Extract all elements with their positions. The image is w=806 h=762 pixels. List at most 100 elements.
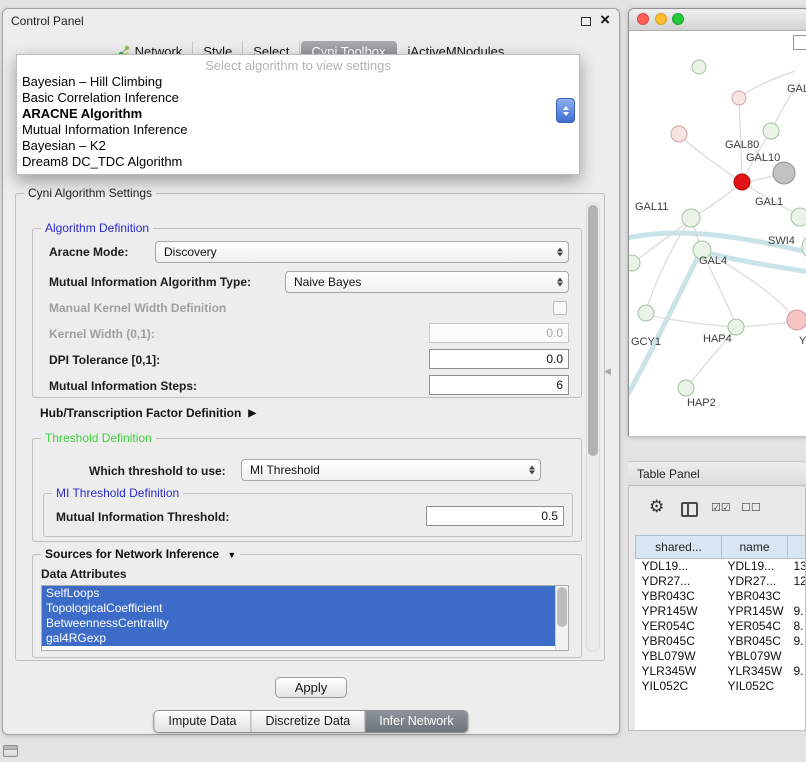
sources-section-toggle[interactable]: Sources for Network Inference ▼ xyxy=(41,547,240,561)
table-cell[interactable]: YDR27... xyxy=(636,574,722,589)
manual-kernel-checkbox[interactable] xyxy=(553,301,567,315)
algorithm-option[interactable]: Dream8 DC_TDC Algorithm xyxy=(17,154,579,170)
network-canvas[interactable]: GALGAL80GAL10GAL11GAL1SWI4GAL4GCY1HAP4YH… xyxy=(629,31,806,436)
table-cell[interactable]: YDL19... xyxy=(722,559,788,575)
close-panel-icon[interactable]: × xyxy=(600,10,610,30)
algorithm-option[interactable]: Bayesian – K2 xyxy=(17,138,579,154)
table-row[interactable]: YBR045CYBR045C9. xyxy=(636,634,806,649)
table-cell[interactable]: YBL079W xyxy=(636,649,722,664)
mi-threshold-input[interactable] xyxy=(426,506,564,526)
aracne-mode-select[interactable]: Discovery xyxy=(155,241,569,263)
table-row[interactable]: YPR145WYPR145W9. xyxy=(636,604,806,619)
tab-discretize-data[interactable]: Discretize Data xyxy=(251,711,365,732)
gear-icon[interactable]: ⚙ xyxy=(649,498,664,515)
tab-impute-data[interactable]: Impute Data xyxy=(154,711,250,732)
column-header-extra[interactable] xyxy=(788,536,806,559)
table-cell[interactable]: YDL19... xyxy=(636,559,722,575)
attributes-scrollbar[interactable] xyxy=(555,586,568,650)
table-row[interactable]: YER054CYER054C8. xyxy=(636,619,806,634)
table-cell[interactable]: YDR27... xyxy=(722,574,788,589)
hub-definition-toggle[interactable]: Hub/Transcription Factor Definition ▶ xyxy=(40,406,256,420)
minimized-panel-icon[interactable] xyxy=(3,745,18,757)
data-attribute-item[interactable]: gal4RGexp xyxy=(42,631,556,646)
float-window-icon[interactable] xyxy=(581,17,591,26)
network-node[interactable] xyxy=(787,310,806,330)
table-cell[interactable]: YPR145W xyxy=(636,604,722,619)
data-attribute-item[interactable]: SelfLoops xyxy=(42,586,556,601)
table-row[interactable]: YDL19...YDL19...13 xyxy=(636,559,806,575)
mi-steps-input[interactable] xyxy=(429,375,569,395)
table-cell[interactable]: 9. xyxy=(788,664,806,679)
table-cell[interactable]: 12 xyxy=(788,574,806,589)
apply-button[interactable]: Apply xyxy=(275,677,347,698)
tab-infer-network[interactable]: Infer Network xyxy=(364,711,467,732)
table-cell[interactable]: 9. xyxy=(788,604,806,619)
node-label: HAP2 xyxy=(687,397,716,409)
threshold-type-select[interactable]: MI Threshold xyxy=(241,459,541,481)
checked-boxes-icon[interactable]: ☑☑ xyxy=(711,501,731,514)
algorithm-combo-spinner[interactable] xyxy=(556,98,575,123)
table-row[interactable]: YLR345WYLR345W9. xyxy=(636,664,806,679)
table-cell[interactable]: YLR345W xyxy=(722,664,788,679)
network-edge xyxy=(740,322,794,327)
table-cell[interactable]: YER054C xyxy=(722,619,788,634)
algorithm-option[interactable]: Bayesian – Hill Climbing xyxy=(17,74,579,90)
table-cell[interactable]: YER054C xyxy=(636,619,722,634)
table-row[interactable]: YDR27...YDR27...12 xyxy=(636,574,806,589)
table-row[interactable]: YBL079WYBL079W xyxy=(636,649,806,664)
network-node[interactable] xyxy=(682,209,700,227)
network-node[interactable] xyxy=(791,208,806,226)
network-window-titlebar[interactable] xyxy=(629,9,806,31)
table-cell[interactable]: YPR145W xyxy=(722,604,788,619)
birdseye-toggle[interactable] xyxy=(793,35,806,50)
node-label: GAL xyxy=(787,83,806,95)
algorithm-option[interactable]: Mutual Information Inference xyxy=(17,122,579,138)
data-attribute-item[interactable]: BetweennessCentrality xyxy=(42,616,556,631)
zoom-window-button[interactable] xyxy=(672,13,684,25)
screen: Control Panel × Network Style Select Cyn… xyxy=(0,0,806,762)
table-row[interactable]: YBR043CYBR043C xyxy=(636,589,806,604)
network-node[interactable] xyxy=(692,60,706,74)
network-node[interactable] xyxy=(763,123,779,139)
algorithm-option[interactable]: ARACNE Algorithm xyxy=(17,106,579,122)
column-header-name[interactable]: name xyxy=(722,536,788,559)
network-node[interactable] xyxy=(638,305,654,321)
table-cell[interactable]: YBL079W xyxy=(722,649,788,664)
dpi-tolerance-input[interactable] xyxy=(429,349,569,369)
table-cell[interactable]: YBR043C xyxy=(636,589,722,604)
mi-algorithm-type-select[interactable]: Naive Bayes xyxy=(285,271,569,293)
table-cell[interactable]: YBR045C xyxy=(636,634,722,649)
unchecked-boxes-icon[interactable]: ☐☐ xyxy=(741,501,761,514)
network-node[interactable] xyxy=(802,234,806,260)
table-panel: ⚙ ☑☑ ☐☐ shared... name YDL19...YDL19...1… xyxy=(628,487,806,731)
table-cell[interactable] xyxy=(788,589,806,604)
network-node[interactable] xyxy=(671,126,687,142)
table-cell[interactable]: YBR043C xyxy=(722,589,788,604)
table-cell[interactable]: 8. xyxy=(788,619,806,634)
table-cell[interactable]: 9. xyxy=(788,634,806,649)
kernel-width-input[interactable] xyxy=(429,323,569,343)
table-cell[interactable]: YBR045C xyxy=(722,634,788,649)
table-cell[interactable]: YIL052C xyxy=(722,679,788,694)
table-row[interactable]: YIL052CYIL052C xyxy=(636,679,806,694)
settings-scrollbar[interactable] xyxy=(586,202,600,652)
columns-icon[interactable] xyxy=(681,502,698,517)
column-header-shared[interactable]: shared... xyxy=(636,536,722,559)
splitter-arrow-icon[interactable]: ◀ xyxy=(604,366,611,377)
data-attribute-item[interactable]: TopologicalCoefficient xyxy=(42,601,556,616)
table-cell[interactable]: YIL052C xyxy=(636,679,722,694)
network-node[interactable] xyxy=(629,255,640,271)
table-cell[interactable]: 13 xyxy=(788,559,806,575)
close-window-button[interactable] xyxy=(637,13,649,25)
algorithm-option[interactable]: Basic Correlation Inference xyxy=(17,90,579,106)
network-node[interactable] xyxy=(773,162,795,184)
table-cell[interactable] xyxy=(788,679,806,694)
minimize-window-button[interactable] xyxy=(655,13,667,25)
scrollbar-thumb[interactable] xyxy=(557,587,567,627)
table-cell[interactable]: YLR345W xyxy=(636,664,722,679)
network-node[interactable] xyxy=(732,91,746,105)
network-node[interactable] xyxy=(678,380,694,396)
table-cell[interactable] xyxy=(788,649,806,664)
network-node[interactable] xyxy=(734,174,750,190)
scrollbar-thumb[interactable] xyxy=(588,205,598,456)
